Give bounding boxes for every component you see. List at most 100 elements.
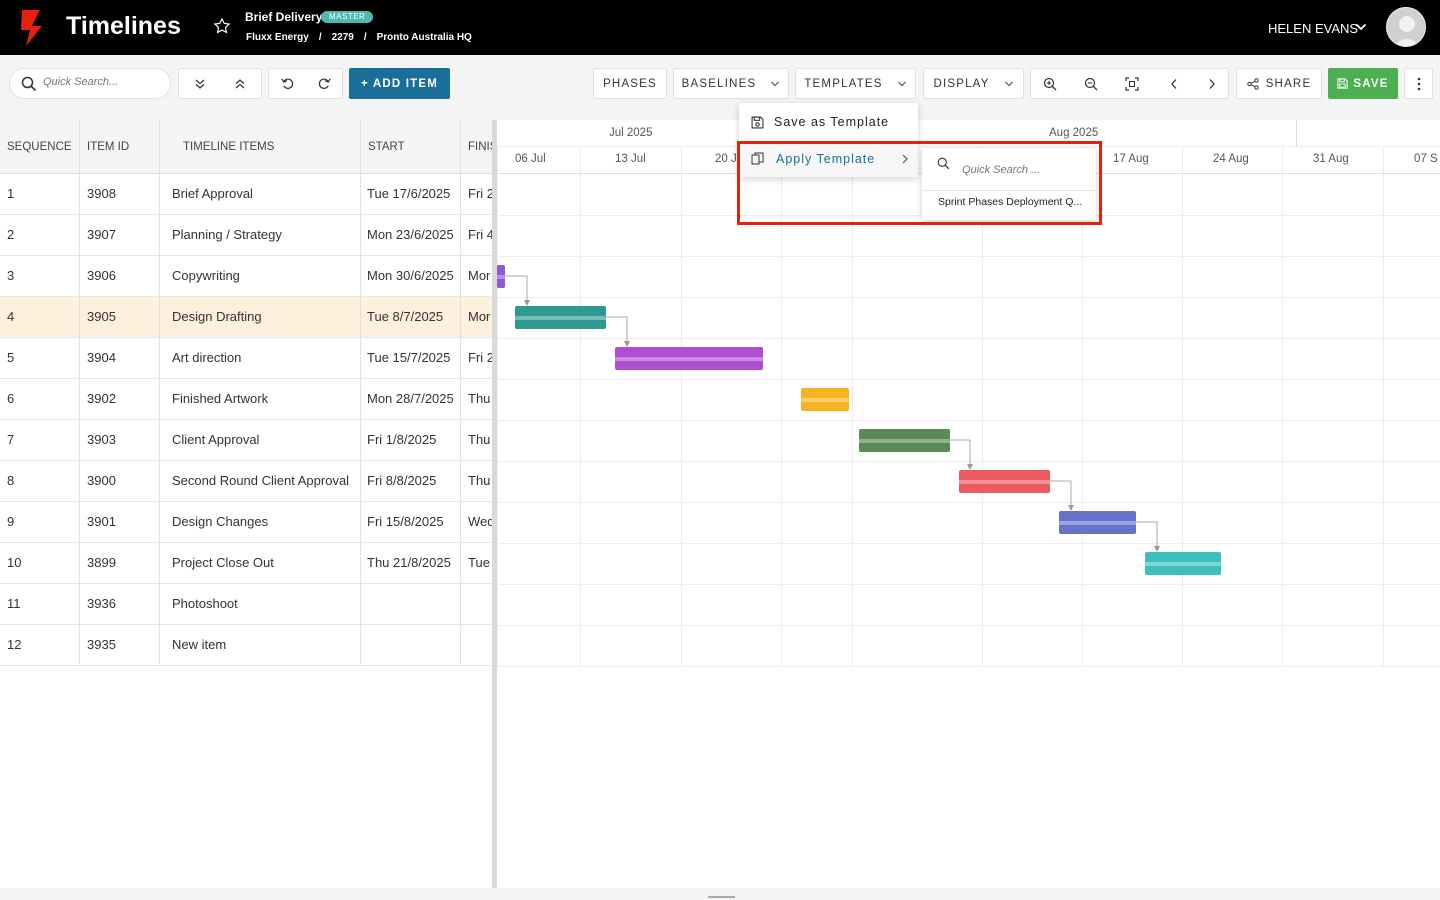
column-header-timeline-items[interactable]: TIMELINE ITEMS	[183, 141, 274, 153]
table-row[interactable]: 2 3907 Planning / Strategy Mon 23/6/2025 Fri…	[0, 215, 492, 256]
phases-label: PHASES	[603, 77, 657, 90]
share-button[interactable]: SHARE	[1236, 68, 1322, 99]
item-id-cell: 3907	[87, 227, 116, 242]
search-box[interactable]	[9, 68, 171, 99]
star-icon[interactable]	[213, 17, 231, 35]
dependency-arrow	[1050, 480, 1072, 507]
phases-button[interactable]: PHASES	[593, 68, 667, 99]
templates-menu: Save as Template Apply Template	[739, 103, 918, 177]
design-drafting-bar[interactable]	[515, 306, 606, 329]
save-template-icon	[751, 116, 764, 128]
more-options-button[interactable]	[1404, 68, 1433, 99]
sequence-cell: 10	[7, 555, 22, 570]
chevron-left-icon[interactable]	[1169, 78, 1179, 90]
share-icon	[1246, 77, 1259, 90]
baselines-label: BASELINES	[681, 77, 757, 90]
redo-icon[interactable]	[318, 77, 331, 90]
table-row[interactable]: 4 3905 Design Drafting Tue 8/7/2025 Mor	[0, 297, 492, 338]
search-input[interactable]	[43, 76, 163, 88]
avatar[interactable]	[1386, 7, 1426, 47]
collapse-all-icon[interactable]	[234, 78, 246, 90]
sequence-cell: 12	[7, 637, 22, 652]
chevron-down-icon[interactable]	[1355, 21, 1367, 33]
start-date-cell: Fri 15/8/2025	[367, 514, 444, 529]
zoom-in-icon[interactable]	[1043, 77, 1057, 91]
apply-template-item[interactable]: Apply Template	[739, 141, 918, 177]
chevron-right-icon[interactable]	[1207, 78, 1217, 90]
expand-all-icon[interactable]	[194, 78, 206, 90]
display-label: DISPLAY	[933, 77, 990, 90]
breadcrumb-job[interactable]: 2279	[332, 32, 354, 43]
save-button[interactable]: SAVE	[1328, 68, 1398, 99]
resize-handle[interactable]	[708, 896, 735, 898]
undo-icon[interactable]	[280, 77, 294, 90]
templates-dropdown[interactable]: TEMPLATES	[795, 68, 916, 99]
template-submenu: Sprint Phases Deployment Q...	[922, 149, 1096, 220]
table-row[interactable]: 6 3902 Finished Artwork Mon 28/7/2025 Thu	[0, 379, 492, 420]
column-divider	[79, 120, 80, 666]
table-row[interactable]: 1 3908 Brief Approval Tue 17/6/2025 Fri 2	[0, 174, 492, 215]
item-id-cell: 3935	[87, 637, 116, 652]
breadcrumb-client[interactable]: Fluxx Energy	[246, 32, 309, 43]
template-search-input[interactable]	[962, 164, 1082, 176]
column-header-sequence[interactable]: SEQUENCE	[7, 141, 72, 153]
chevron-right-icon	[902, 154, 909, 164]
art-direction-bar[interactable]	[615, 347, 763, 370]
user-menu[interactable]: HELEN EVANS	[1268, 21, 1358, 36]
item-id-cell: 3900	[87, 473, 116, 488]
table-row[interactable]: 10 3899 Project Close Out Thu 21/8/2025 Tue	[0, 543, 492, 584]
fit-to-screen-icon[interactable]	[1125, 76, 1139, 91]
breadcrumb-separator: /	[363, 32, 367, 43]
table-row[interactable]: 9 3901 Design Changes Fri 15/8/2025 Wed	[0, 502, 492, 543]
timeline-item-cell: Second Round Client Approval	[172, 473, 350, 488]
template-search-box[interactable]	[922, 149, 1096, 191]
templates-label: TEMPLATES	[804, 77, 883, 90]
project-close-out-bar[interactable]	[1145, 552, 1221, 575]
app-title: Timelines	[66, 12, 181, 40]
start-date-cell: Fri 8/8/2025	[367, 473, 437, 488]
copywriting-bar[interactable]	[497, 265, 505, 288]
logo-icon[interactable]	[18, 8, 46, 48]
timeline-grid: SEQUENCE ITEM ID TIMELINE ITEMS START FI…	[0, 120, 492, 888]
table-row[interactable]: 11 3936 Photoshoot	[0, 584, 492, 625]
breadcrumb-project[interactable]: Pronto Australia HQ	[377, 32, 472, 43]
gantt-chart: Jul 2025 Aug 2025 06 Jul 13 Jul 20 J 17 …	[497, 120, 1440, 888]
undo-redo-group	[268, 68, 343, 99]
design-changes-bar[interactable]	[1059, 511, 1136, 534]
column-header-item-id[interactable]: ITEM ID	[87, 141, 129, 153]
item-id-cell: 3902	[87, 391, 116, 406]
template-option[interactable]: Sprint Phases Deployment Q...	[938, 196, 1082, 208]
sequence-cell: 6	[7, 391, 15, 406]
search-icon	[937, 157, 950, 170]
finish-date-cell: Mor	[468, 268, 491, 283]
start-date-cell: Mon 23/6/2025	[367, 227, 454, 242]
timeline-item-cell: Planning / Strategy	[172, 227, 282, 242]
table-row[interactable]: 3 3906 Copywriting Mon 30/6/2025 Mor	[0, 256, 492, 297]
display-dropdown[interactable]: DISPLAY	[923, 68, 1024, 99]
app-header: Timelines Brief Delivery MASTER Fluxx En…	[0, 0, 1440, 55]
table-row[interactable]: 5 3904 Art direction Tue 15/7/2025 Fri 2	[0, 338, 492, 379]
sequence-cell: 4	[7, 309, 15, 324]
column-header-finish[interactable]: FINISH	[468, 141, 492, 153]
sequence-cell: 9	[7, 514, 15, 529]
second-round-approval-bar[interactable]	[959, 470, 1050, 493]
zoom-out-icon[interactable]	[1084, 77, 1098, 91]
table-row[interactable]: 12 3935 New item	[0, 625, 492, 666]
finish-date-cell: Tue	[468, 555, 490, 570]
column-header-start[interactable]: START	[368, 141, 405, 153]
table-row[interactable]: 7 3903 Client Approval Fri 1/8/2025 Thu	[0, 420, 492, 461]
item-id-cell: 3908	[87, 186, 116, 201]
table-row[interactable]: 8 3900 Second Round Client Approval Fri 8/8…	[0, 461, 492, 502]
chevron-down-icon	[1004, 81, 1013, 86]
search-icon	[21, 76, 37, 92]
item-id-cell: 3899	[87, 555, 116, 570]
baselines-dropdown[interactable]: BASELINES	[673, 68, 789, 99]
add-item-button[interactable]: + ADD ITEM	[349, 68, 450, 99]
client-approval-bar[interactable]	[859, 429, 950, 452]
timeline-item-cell: Client Approval	[172, 432, 260, 447]
save-as-template-item[interactable]: Save as Template	[739, 104, 918, 140]
grid-header: SEQUENCE ITEM ID TIMELINE ITEMS START FI…	[0, 120, 492, 174]
breadcrumb-separator: /	[318, 32, 322, 43]
finished-artwork-bar[interactable]	[801, 388, 849, 411]
finish-date-cell: Fri 2	[468, 350, 492, 365]
